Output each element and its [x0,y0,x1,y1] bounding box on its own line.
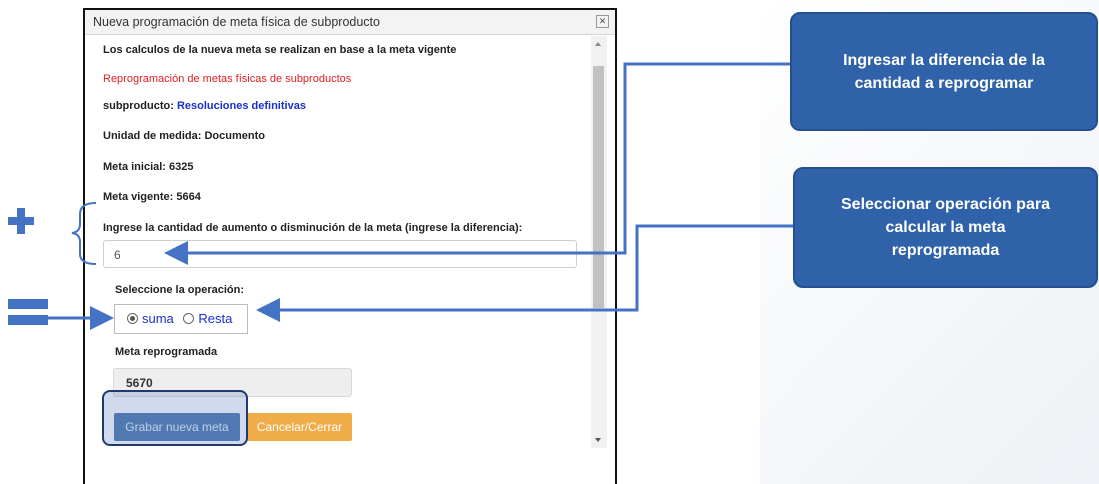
arrow-operacion [256,224,793,322]
annotation-arrows [48,62,793,330]
brace-icon [71,202,97,265]
